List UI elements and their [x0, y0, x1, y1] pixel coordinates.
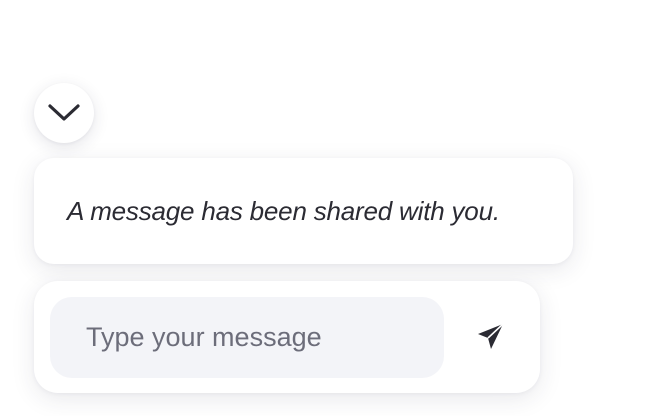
- message-text: A message has been shared with you.: [67, 195, 500, 226]
- collapse-button[interactable]: [34, 83, 94, 143]
- message-composer: [34, 281, 540, 393]
- message-input[interactable]: [50, 297, 444, 378]
- chevron-down-icon: [47, 103, 81, 123]
- chat-widget: A message has been shared with you.: [0, 0, 660, 416]
- message-bubble: A message has been shared with you.: [34, 158, 573, 264]
- send-icon: [476, 321, 506, 356]
- send-button[interactable]: [470, 317, 512, 359]
